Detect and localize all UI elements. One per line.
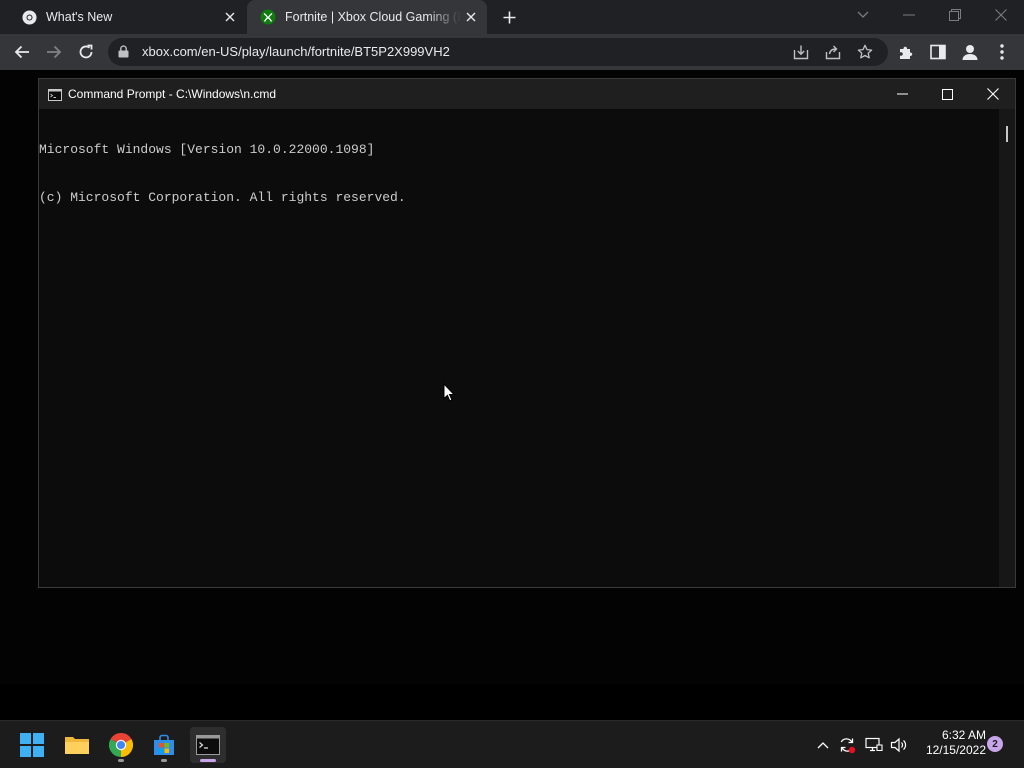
chrome-icon	[21, 9, 37, 25]
install-app-icon[interactable]	[792, 43, 810, 61]
close-tab-icon[interactable]	[220, 7, 240, 27]
side-panel-icon[interactable]	[927, 41, 949, 63]
microsoft-store-button[interactable]	[146, 727, 182, 763]
network-icon[interactable]	[864, 735, 884, 755]
profile-icon[interactable]	[959, 41, 981, 63]
command-prompt-window[interactable]: Command Prompt - C:\Windows\n.cmd Micros…	[38, 78, 1016, 588]
store-icon	[154, 734, 174, 755]
chrome-icon	[109, 733, 133, 757]
browser-tab-strip: What's New Fortnite | Xbox Cloud Gaming …	[0, 0, 1024, 34]
active-indicator	[200, 759, 216, 762]
mouse-cursor-icon	[443, 382, 456, 407]
tab-title: What's New	[46, 10, 113, 24]
restore-window-icon[interactable]	[942, 4, 968, 26]
xbox-icon	[260, 9, 276, 25]
chrome-taskbar-button[interactable]	[103, 727, 139, 763]
url-text: xbox.com/en-US/play/launch/fortnite/BT5P…	[142, 44, 450, 59]
cmd-title-bar[interactable]: Command Prompt - C:\Windows\n.cmd	[39, 79, 1015, 109]
sync-icon[interactable]	[837, 735, 857, 755]
extensions-puzzle-icon[interactable]	[895, 41, 917, 63]
cmd-icon	[48, 88, 62, 106]
cmd-window-title: Command Prompt - C:\Windows\n.cmd	[68, 87, 277, 101]
show-hidden-icons-chevron-icon[interactable]	[813, 735, 833, 755]
start-button[interactable]	[14, 727, 50, 763]
minimize-window-icon[interactable]	[896, 4, 922, 26]
console-line: Microsoft Windows [Version 10.0.22000.10…	[39, 142, 375, 157]
lock-icon[interactable]	[118, 45, 129, 63]
share-icon[interactable]	[824, 43, 842, 61]
scrollbar-thumb[interactable]	[1006, 126, 1008, 142]
volume-icon[interactable]	[889, 735, 909, 755]
running-indicator	[118, 759, 124, 762]
back-icon[interactable]	[9, 39, 35, 65]
console-output[interactable]: Microsoft Windows [Version 10.0.22000.10…	[39, 110, 406, 238]
folder-icon	[65, 737, 89, 754]
close-window-icon[interactable]	[988, 4, 1014, 26]
tab-whats-new[interactable]: What's New	[8, 0, 246, 34]
file-explorer-button[interactable]	[59, 727, 95, 763]
notification-badge[interactable]: 2	[987, 736, 1003, 752]
console-line: (c) Microsoft Corporation. All rights re…	[39, 190, 406, 205]
clock-time: 6:32 AM	[941, 728, 986, 742]
terminal-icon	[196, 735, 220, 755]
forward-icon[interactable]	[41, 39, 67, 65]
taskbar-clock[interactable]: 6:32 AM 12/15/2022	[916, 728, 986, 758]
windows-logo-icon	[20, 733, 44, 757]
close-tab-icon[interactable]	[461, 7, 481, 27]
browser-toolbar: xbox.com/en-US/play/launch/fortnite/BT5P…	[0, 34, 1024, 70]
more-menu-icon[interactable]	[991, 41, 1013, 63]
close-icon[interactable]	[980, 83, 1006, 105]
reload-icon[interactable]	[73, 39, 99, 65]
bookmark-star-icon[interactable]	[856, 43, 874, 61]
address-bar[interactable]: xbox.com/en-US/play/launch/fortnite/BT5P…	[108, 38, 888, 66]
running-indicator	[161, 759, 167, 762]
tab-title: Fortnite | Xbox Cloud Gaming (Beta)	[285, 10, 461, 24]
maximize-icon[interactable]	[934, 83, 960, 105]
command-prompt-taskbar-button[interactable]	[190, 727, 226, 763]
tab-fortnite-xbox-cloud-gaming[interactable]: Fortnite | Xbox Cloud Gaming (Beta)	[247, 0, 487, 34]
new-tab-button[interactable]	[499, 7, 519, 27]
windows-taskbar	[0, 720, 1024, 768]
clock-date: 12/15/2022	[925, 743, 986, 757]
tab-search-chevron-icon[interactable]	[850, 4, 876, 26]
minimize-icon[interactable]	[889, 83, 915, 105]
vertical-scrollbar[interactable]	[999, 109, 1015, 587]
